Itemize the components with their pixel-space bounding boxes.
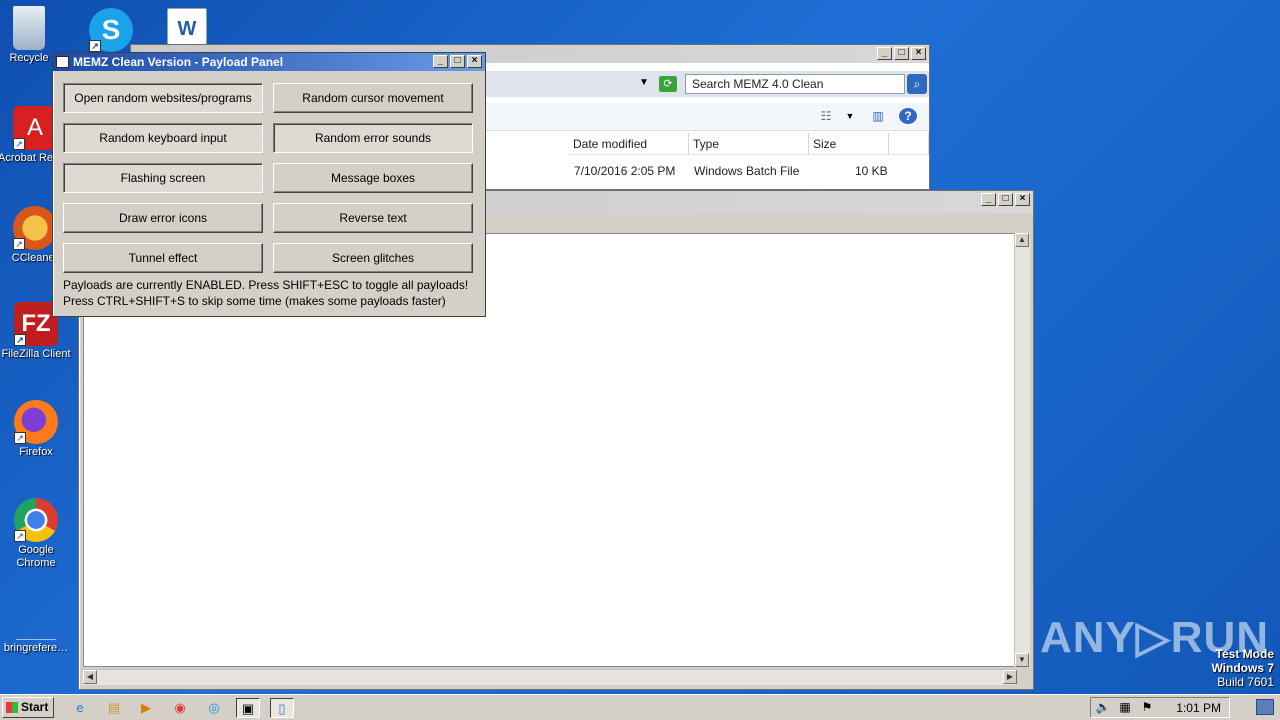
preview-pane-icon[interactable]: ▥ [869, 108, 887, 124]
os-version: Windows 7 [1211, 661, 1274, 675]
minimize-button[interactable]: _ [877, 47, 892, 60]
payload-panel-titlebar[interactable]: MEMZ Clean Version - Payload Panel _ □ × [53, 53, 485, 71]
payload-cursor-movement-button[interactable]: Random cursor movement [273, 83, 473, 113]
column-header-type[interactable]: Type [689, 133, 809, 155]
payload-flashing-screen-button[interactable]: Flashing screen [63, 163, 263, 193]
desktop-icon-firefox[interactable]: ↗ Firefox [0, 400, 73, 459]
scroll-up-icon[interactable]: ▲ [1015, 233, 1029, 247]
minimize-button[interactable]: _ [981, 193, 996, 206]
explorer-icon[interactable]: ▤ [102, 698, 126, 718]
window-title: MEMZ Clean Version - Payload Panel [73, 55, 284, 69]
desktop-icon-chrome[interactable]: ↗ Google Chrome [0, 498, 73, 570]
flag-icon[interactable]: ⚑ [1139, 700, 1155, 714]
column-header-date[interactable]: Date modified [569, 133, 689, 155]
payload-panel-window: MEMZ Clean Version - Payload Panel _ □ ×… [52, 52, 486, 317]
notepad-icon[interactable]: ▯ [270, 698, 294, 718]
app-window-icon [56, 56, 69, 68]
payload-screen-glitches-button[interactable]: Screen glitches [273, 243, 473, 273]
desktop-icon-label: Firefox [19, 446, 53, 458]
memz-icon[interactable]: ▣ [236, 698, 260, 718]
desktop-icon-label: FileZilla Client [1, 348, 71, 360]
horizontal-scrollbar[interactable]: ◀ ▶ [83, 669, 1017, 685]
ie-icon[interactable]: e [68, 698, 92, 718]
network-icon[interactable]: ▦ [1117, 700, 1133, 714]
maximize-button[interactable]: □ [998, 193, 1013, 206]
start-label: Start [21, 700, 49, 714]
file-size: 10 KB [855, 164, 888, 178]
payload-open-websites-button[interactable]: Open random websites/programs [63, 83, 263, 113]
os-build: Build 7601 [1217, 675, 1274, 689]
vertical-scrollbar[interactable]: ▲ ▼ [1014, 233, 1030, 667]
payload-error-icons-button[interactable]: Draw error icons [63, 203, 263, 233]
shortcut-arrow-icon: ↗ [13, 238, 25, 250]
skype-icon: S ↗ [89, 8, 133, 52]
help-icon[interactable]: ? [899, 108, 917, 124]
media-player-icon[interactable]: ▶ [134, 698, 158, 718]
shortcut-arrow-icon: ↗ [13, 138, 25, 150]
shortcut-arrow-icon: ↗ [14, 334, 26, 346]
shortcut-arrow-icon: ↗ [14, 530, 26, 542]
system-tray: 🔈 ▦ ⚑ 1:01 PM [1090, 697, 1230, 718]
shortcut-arrow-icon: ↗ [89, 40, 101, 52]
test-mode-info: Test Mode Windows 7 Build 7601 [1211, 647, 1274, 689]
scroll-right-icon[interactable]: ▶ [1003, 670, 1017, 684]
chevron-down-icon[interactable]: ▼ [841, 108, 859, 124]
column-header-size[interactable]: Size [809, 133, 889, 155]
payload-error-sounds-button[interactable]: Random error sounds [273, 123, 473, 153]
search-icon[interactable]: ⌕ [907, 74, 927, 94]
windows-logo-icon [6, 702, 18, 713]
payload-skip-hint: Press CTRL+SHIFT+S to skip some time (ma… [63, 294, 446, 308]
show-desktop-button[interactable] [1256, 699, 1274, 715]
firefox-icon: ↗ [14, 400, 58, 444]
shortcut-arrow-icon: ↗ [14, 432, 26, 444]
file-type: Windows Batch File [694, 164, 800, 178]
taskbar: Start e ▤ ▶ ◉ ◎ ▣ ▯ 🔈 ▦ ⚑ 1:01 PM [0, 694, 1280, 720]
payload-reverse-text-button[interactable]: Reverse text [273, 203, 473, 233]
speaker-icon[interactable]: 🔈 [1095, 700, 1111, 714]
chrome-icon[interactable]: ◉ [168, 698, 192, 718]
scroll-down-icon[interactable]: ▼ [1015, 653, 1029, 667]
close-button[interactable]: × [911, 47, 926, 60]
close-button[interactable]: × [1015, 193, 1030, 206]
chrome-icon: ↗ [14, 498, 58, 542]
file-icon [16, 618, 56, 640]
refresh-icon[interactable]: ⟳ [659, 76, 677, 92]
minimize-button[interactable]: _ [433, 55, 448, 68]
ccleaner-icon: ↗ [13, 206, 57, 250]
view-options-icon[interactable]: ☷ [817, 108, 835, 124]
recycle-bin-icon [13, 6, 45, 50]
payload-message-boxes-button[interactable]: Message boxes [273, 163, 473, 193]
maximize-button[interactable]: □ [450, 55, 465, 68]
desktop-icon-file[interactable]: bringrefere… [0, 618, 73, 655]
desktop-icon-label: Google Chrome [16, 544, 56, 569]
payload-keyboard-input-button[interactable]: Random keyboard input [63, 123, 263, 153]
chevron-down-icon[interactable]: ▼ [639, 77, 649, 88]
column-header-spacer [889, 133, 929, 155]
search-input[interactable]: Search MEMZ 4.0 Clean [685, 74, 905, 94]
desktop-icon-label: bringrefere… [3, 642, 69, 654]
maximize-button[interactable]: □ [894, 47, 909, 60]
payload-tunnel-effect-button[interactable]: Tunnel effect [63, 243, 263, 273]
start-button[interactable]: Start [2, 697, 54, 718]
edge-icon[interactable]: ◎ [202, 698, 226, 718]
file-date: 7/10/2016 2:05 PM [574, 164, 676, 178]
test-mode-label: Test Mode [1215, 647, 1274, 661]
clock[interactable]: 1:01 PM [1176, 698, 1221, 719]
acrobat-icon: A ↗ [13, 106, 57, 150]
payload-status-text: Payloads are currently ENABLED. Press SH… [63, 278, 469, 292]
close-button[interactable]: × [467, 55, 482, 68]
scroll-left-icon[interactable]: ◀ [83, 670, 97, 684]
